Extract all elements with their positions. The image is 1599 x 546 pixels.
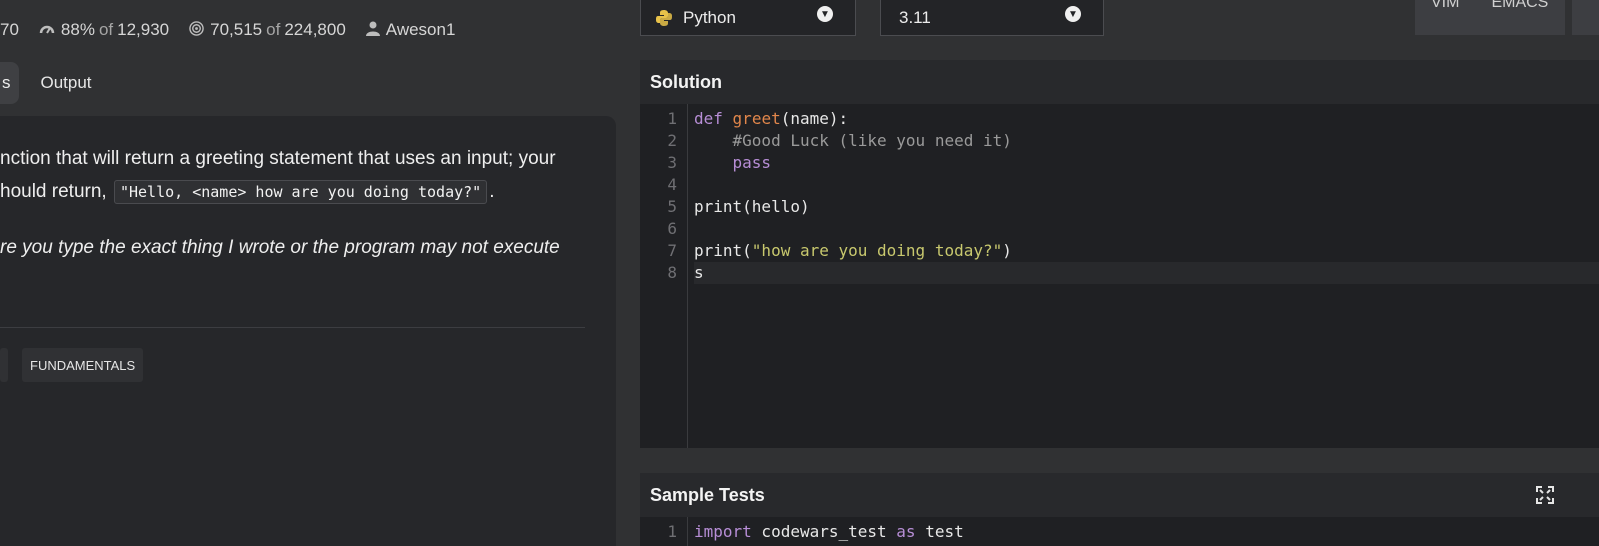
version-value: 3.11 xyxy=(899,7,931,27)
code-line-current: s xyxy=(694,262,1599,284)
sample-tests-title: Sample Tests xyxy=(650,484,765,505)
completed-count: 70,515 xyxy=(210,20,263,39)
emacs-mode-button[interactable]: EMACS xyxy=(1475,0,1564,14)
python-icon xyxy=(655,9,673,27)
language-select[interactable]: Python ▼ xyxy=(640,0,856,36)
line-number: 5 xyxy=(667,197,677,216)
satisfaction-total: 12,930 xyxy=(117,20,170,39)
code-line: import codewars_test as test xyxy=(694,522,964,541)
description-line-1: nction that will return a greeting state… xyxy=(0,148,556,169)
line-number: 3 xyxy=(667,153,677,172)
line-gutter: 1 2 3 4 5 6 7 8 xyxy=(640,104,688,448)
code-line: print("how are you doing today?") xyxy=(694,241,1012,260)
user-icon xyxy=(365,21,380,40)
fullscreen-button[interactable] xyxy=(1572,0,1599,35)
code-area[interactable]: import codewars_test as test xyxy=(694,517,1599,543)
description-panel: nction that will return a greeting state… xyxy=(0,116,616,546)
divider xyxy=(0,327,585,328)
line-number: 1 xyxy=(667,109,677,128)
description-tabs: s Output xyxy=(0,62,114,104)
line-number: 1 xyxy=(667,522,677,541)
completed-stat: 70,515 of 224,800 xyxy=(189,20,346,40)
solution-panel: Solution 1 2 3 4 5 6 7 8 def greet(name)… xyxy=(640,60,1599,448)
description-line-2-suffix: . xyxy=(489,181,495,202)
vim-mode-button[interactable]: VIM xyxy=(1415,0,1475,14)
author-name[interactable]: Aweson1 xyxy=(386,20,456,40)
gauge-icon xyxy=(39,22,55,39)
tag-partial[interactable] xyxy=(0,348,8,382)
description-line-2-prefix: hould return, xyxy=(0,181,107,202)
completed-total: 224,800 xyxy=(284,20,346,39)
description-note: re you type the exact thing I wrote or t… xyxy=(0,237,560,258)
solution-editor[interactable]: 1 2 3 4 5 6 7 8 def greet(name): #Good L… xyxy=(640,104,1599,448)
tag-list: FUNDAMENTALS xyxy=(0,348,144,382)
sample-tests-panel: Sample Tests 1 import codewars_test as t… xyxy=(640,473,1599,546)
line-number: 6 xyxy=(667,219,677,238)
sample-tests-header: Sample Tests xyxy=(640,473,1599,517)
version-select[interactable]: 3.11 ▼ xyxy=(880,0,1104,36)
satisfaction-of: of xyxy=(98,20,114,39)
code-line: #Good Luck (like you need it) xyxy=(732,131,1012,150)
line-number: 8 xyxy=(667,263,677,282)
code-area[interactable]: def greet(name): #Good Luck (like you ne… xyxy=(694,104,1599,284)
satisfaction-pct: 88% xyxy=(60,20,95,39)
line-gutter: 1 xyxy=(640,517,688,546)
rank-stat: 70 xyxy=(0,20,19,40)
inline-code: "Hello, <name> how are you doing today?" xyxy=(113,180,488,204)
author-stat[interactable]: Aweson1 xyxy=(365,20,456,40)
kata-stats: 70 88% of 12,930 70,515 of 224,800 Aweso… xyxy=(0,14,475,46)
completed-of: of xyxy=(266,20,281,39)
satisfaction-stat: 88% of 12,930 xyxy=(39,20,169,40)
tab-output[interactable]: Output xyxy=(19,62,114,104)
expand-icon[interactable] xyxy=(1536,486,1554,504)
target-icon xyxy=(189,20,204,40)
code-line: def greet(name): xyxy=(694,109,849,128)
code-line: print(hello) xyxy=(694,197,810,216)
line-number: 7 xyxy=(667,241,677,260)
rank-value: 70 xyxy=(0,20,19,39)
chevron-down-icon: ▼ xyxy=(817,6,833,22)
kata-description: nction that will return a greeting state… xyxy=(0,142,600,264)
tag-fundamentals[interactable]: FUNDAMENTALS xyxy=(22,348,144,382)
editor-mode-bar: VIM EMACS xyxy=(1415,0,1565,35)
solution-header: Solution xyxy=(640,60,1599,104)
line-number: 4 xyxy=(667,175,677,194)
chevron-down-icon: ▼ xyxy=(1065,6,1081,22)
sample-tests-editor[interactable]: 1 import codewars_test as test xyxy=(640,517,1599,546)
line-number: 2 xyxy=(667,131,677,150)
language-value: Python xyxy=(683,7,736,27)
tab-instructions[interactable]: s xyxy=(0,62,19,104)
description-line-2: hould return, "Hello, <name> how are you… xyxy=(0,175,600,209)
code-line: pass xyxy=(732,153,772,172)
solution-title: Solution xyxy=(650,71,722,92)
